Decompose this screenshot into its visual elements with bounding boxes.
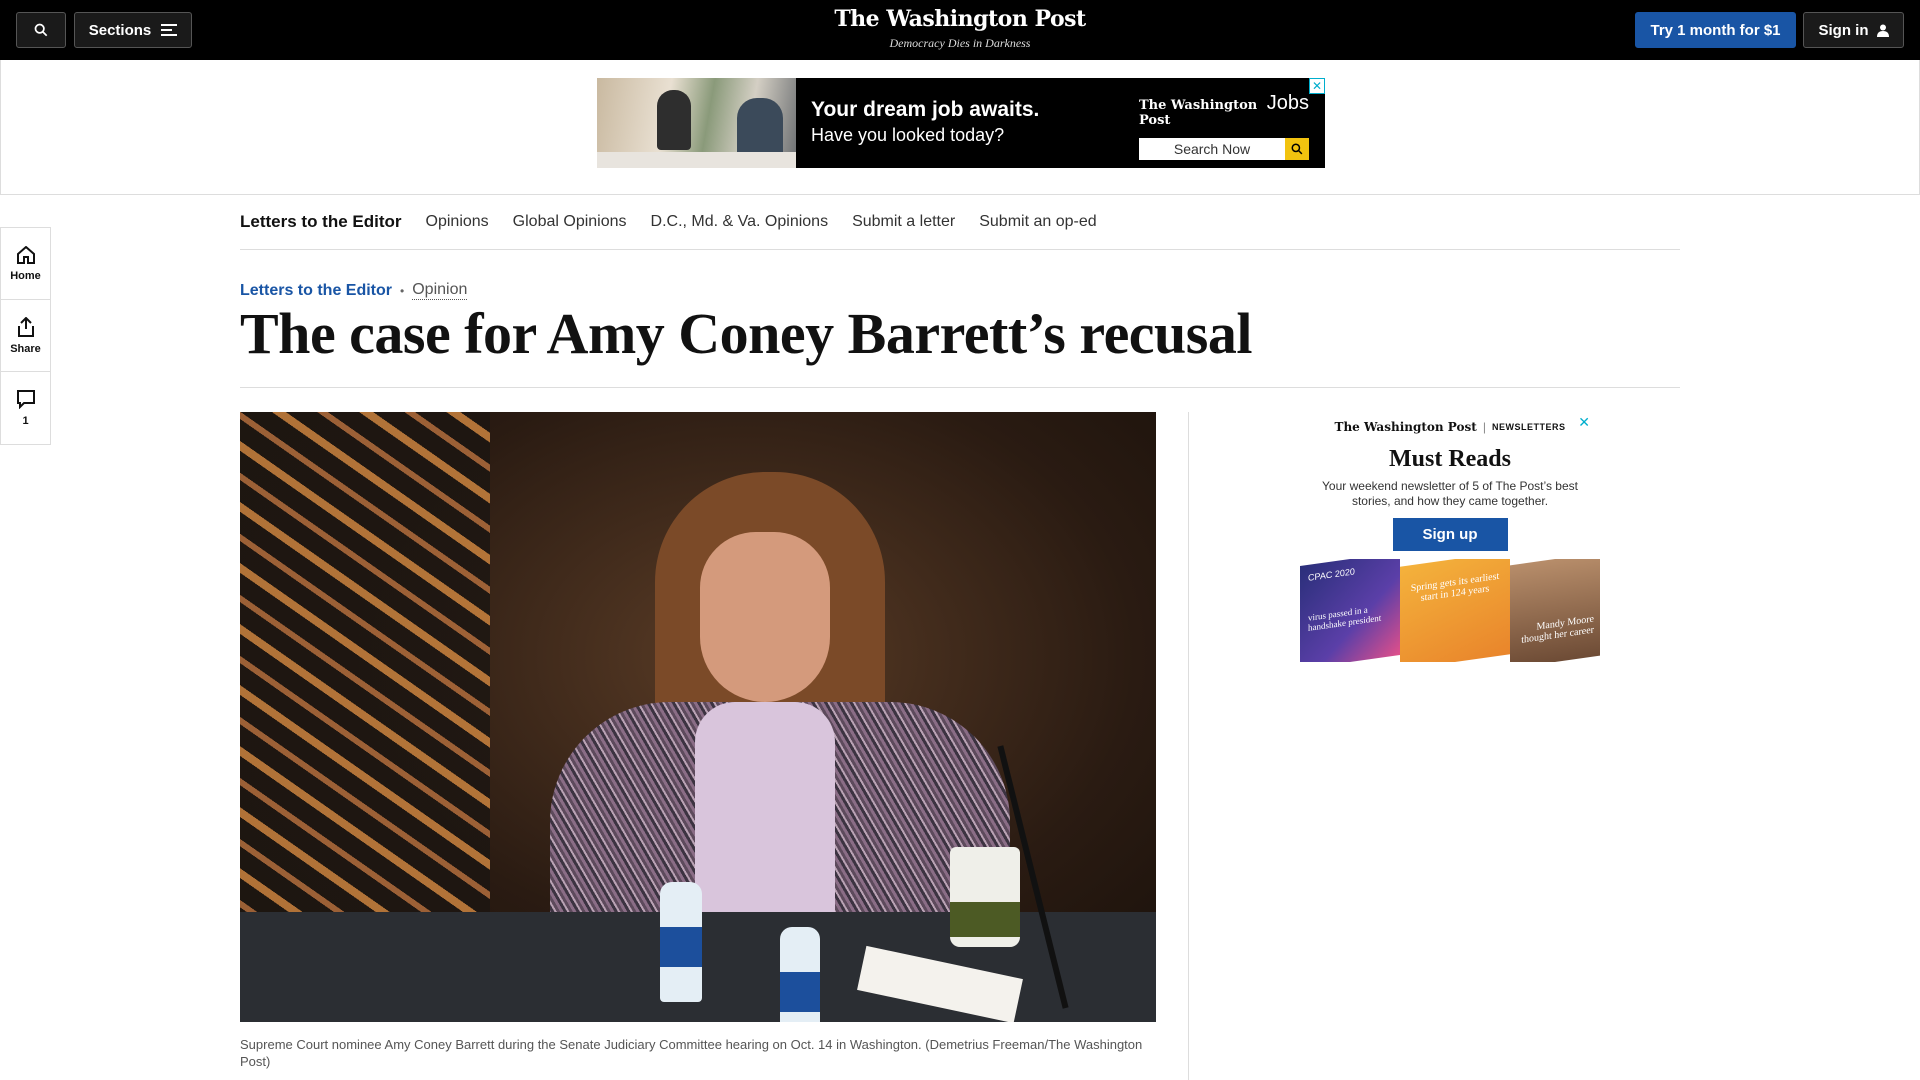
- jobs-advertisement[interactable]: Your dream job awaits. Have you looked t…: [597, 78, 1325, 168]
- subnav-item-local-opinions[interactable]: D.C., Md. & Va. Opinions: [651, 213, 829, 231]
- share-icon: [17, 316, 34, 337]
- jobs-ad-photo: [597, 78, 796, 168]
- subnav-item-submit-letter[interactable]: Submit a letter: [852, 213, 955, 231]
- newsletter-ad-brand: The Washington Post: [1334, 420, 1477, 434]
- ad-close-icon[interactable]: ✕: [1309, 78, 1325, 94]
- masthead[interactable]: The Washington Post Democracy Dies in Da…: [0, 6, 1920, 51]
- newsletter-ad-separator: |: [1482, 420, 1486, 434]
- home-button[interactable]: Home: [1, 228, 50, 300]
- home-label: Home: [10, 269, 41, 282]
- article-hero-image: [240, 412, 1156, 1022]
- article-kicker: Letters to the Editor • Opinion: [240, 281, 468, 300]
- jobs-ad-brand-suffix: Jobs: [1266, 92, 1309, 114]
- left-action-rail: Home Share 1: [0, 227, 51, 445]
- search-icon: [1291, 143, 1303, 155]
- newsletter-sign-up-button[interactable]: Sign up: [1392, 518, 1508, 551]
- subnav-item-opinions[interactable]: Opinions: [426, 213, 489, 231]
- newsletter-ad-subtitle: Your weekend newsletter of 5 of The Post…: [1322, 479, 1578, 508]
- column-divider: [1188, 412, 1189, 1080]
- jobs-search-box[interactable]: Search Now: [1139, 138, 1309, 160]
- sign-in-button[interactable]: Sign in: [1803, 12, 1904, 48]
- comments-button[interactable]: 1: [1, 372, 50, 444]
- subnav-item-submit-op-ed[interactable]: Submit an op-ed: [979, 213, 1096, 231]
- newsletter-card-spring: Spring gets its earliest start in 124 ye…: [1400, 559, 1510, 662]
- kicker-section-link[interactable]: Letters to the Editor: [240, 282, 392, 300]
- newsletter-ad-image-strip: CPAC 2020 virus passed in a handshake pr…: [1300, 559, 1600, 662]
- opinion-label[interactable]: Opinion: [412, 281, 468, 300]
- subnav-item-global-opinions[interactable]: Global Opinions: [513, 213, 627, 231]
- image-caption: Supreme Court nominee Amy Coney Barrett …: [240, 1037, 1143, 1069]
- newsletter-ad-brand-suffix: NEWSLETTERS: [1491, 422, 1566, 432]
- subscribe-button[interactable]: Try 1 month for $1: [1635, 12, 1796, 48]
- close-icon[interactable]: ✕: [1578, 414, 1590, 431]
- jobs-ad-subline: Have you looked today?: [811, 125, 1005, 145]
- section-subnav: Letters to the Editor Opinions Global Op…: [240, 195, 1680, 250]
- jobs-search-label[interactable]: Search Now: [1139, 138, 1285, 160]
- top-navigation-bar: Sections The Washington Post Democracy D…: [0, 0, 1920, 60]
- subnav-item-letters-to-the-editor[interactable]: Letters to the Editor: [240, 212, 402, 232]
- newsletter-card-cpac-title: CPAC 2020: [1308, 566, 1355, 583]
- article-headline: The case for Amy Coney Barrett’s recusal: [240, 301, 1253, 366]
- comment-icon: [16, 390, 35, 409]
- newsletter-card-mandy-moore: Mandy Moore thought her career: [1510, 559, 1600, 662]
- site-logo[interactable]: The Washington Post: [0, 6, 1920, 32]
- newsletter-advertisement[interactable]: The Washington Post | NEWSLETTERS ✕ Must…: [1300, 412, 1600, 662]
- top-ad-strip: Your dream job awaits. Have you looked t…: [0, 60, 1920, 195]
- headline-divider: [240, 387, 1680, 388]
- share-label: Share: [10, 342, 41, 355]
- site-tagline: Democracy Dies in Darkness: [889, 36, 1031, 50]
- newsletter-card-cpac-caption: virus passed in a handshake president: [1308, 604, 1382, 633]
- kicker-separator: •: [400, 283, 405, 298]
- jobs-search-go-button[interactable]: [1285, 138, 1309, 160]
- home-icon: [16, 245, 35, 264]
- share-button[interactable]: Share: [1, 300, 50, 372]
- user-icon: [1876, 24, 1889, 37]
- jobs-ad-brand: The Washington Post: [1139, 98, 1258, 128]
- newsletter-card-cpac: CPAC 2020 virus passed in a handshake pr…: [1300, 559, 1400, 662]
- newsletter-ad-title: Must Reads: [1388, 446, 1511, 472]
- jobs-ad-headline: Your dream job awaits.: [811, 98, 1040, 121]
- comments-count: 1: [22, 415, 29, 427]
- sign-in-label: Sign in: [1818, 21, 1869, 39]
